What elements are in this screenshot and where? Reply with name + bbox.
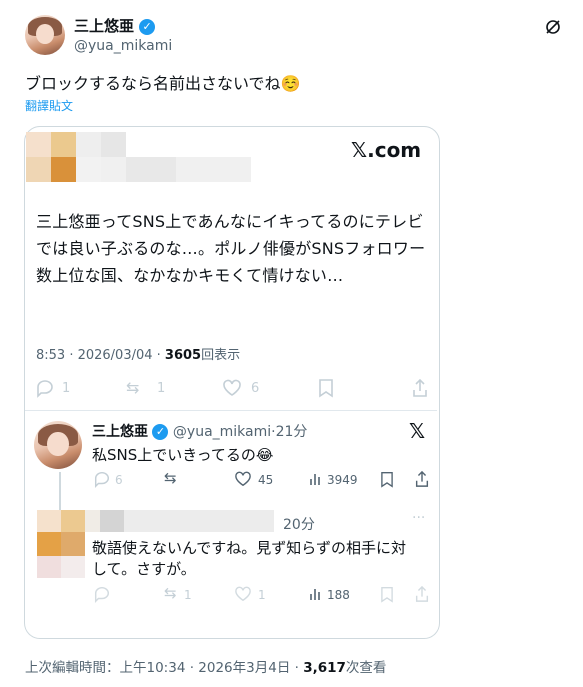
reply-icon[interactable]	[92, 585, 112, 603]
tweet-text: ブロックするなら名前出さないでね☺️	[25, 74, 301, 93]
reply2-text-line1: 敬語使えないんですね。見ず知らずの相手に対	[92, 539, 406, 557]
like-count: 45	[258, 473, 274, 487]
like-icon[interactable]	[234, 471, 252, 487]
divider	[25, 410, 437, 411]
bookmark-icon[interactable]	[380, 471, 394, 488]
reply-count: 1	[62, 381, 71, 396]
author-handle[interactable]: @yua_mikami	[74, 38, 172, 54]
reply2-time[interactable]: 20分	[283, 514, 315, 534]
reply1-header: 三上悠亜 ✓ @yua_mikami·21分	[92, 421, 307, 441]
reply1-text: 私SNS上でいきってるの😂	[92, 446, 274, 464]
reply1-name[interactable]: 三上悠亜	[92, 424, 148, 440]
retweet-icon[interactable]: ⇆	[164, 469, 177, 487]
retweet-count: 1	[157, 381, 166, 396]
author-name-row: 三上悠亜 ✓	[74, 15, 156, 36]
grok-icon[interactable]	[544, 18, 562, 36]
like-count: 1	[258, 588, 266, 602]
author-name[interactable]: 三上悠亜	[74, 17, 134, 35]
embedded-meta: 8:53 · 2026/03/04 · 3605回表示	[36, 344, 240, 363]
like-icon[interactable]	[234, 586, 252, 602]
views-label: 次查看	[345, 660, 387, 676]
views-icon[interactable]	[309, 587, 323, 601]
tweet-footer: 上次編輯時間：上午10:34 · 2026年3月4日 · 3,617次查看	[25, 656, 386, 676]
share-icon[interactable]	[411, 378, 429, 398]
reply-icon[interactable]	[34, 378, 56, 398]
verified-badge-icon: ✓	[152, 424, 169, 440]
views-count: 3949	[327, 473, 358, 487]
bookmark-icon[interactable]	[380, 586, 394, 603]
reply1-time[interactable]: ·21分	[271, 424, 307, 440]
timestamp[interactable]: 上午10:34 · 2026年3月4日 ·	[120, 660, 304, 676]
share-icon[interactable]	[414, 470, 430, 488]
embedded-time[interactable]: 8:53 · 2026/03/04 ·	[36, 348, 165, 363]
more-options-icon[interactable]: ···	[412, 510, 425, 526]
reply1-avatar[interactable]	[34, 421, 82, 469]
views-count: 188	[327, 588, 350, 602]
embedded-views-label: 回表示	[201, 348, 241, 363]
reply2-text-line2: して。さすが。	[92, 560, 196, 578]
share-icon[interactable]	[414, 585, 430, 603]
like-icon[interactable]	[222, 379, 242, 397]
bookmark-icon[interactable]	[318, 378, 334, 398]
embedded-text: 三上悠亜ってSNS上であんなにイキってるのにテレビでは良い子ぶるのな…。ポルノ俳…	[36, 212, 426, 285]
verified-badge-icon: ✓	[139, 18, 156, 35]
edited-label[interactable]: 上次編輯時間：	[25, 660, 120, 676]
retweet-icon[interactable]: ⇆	[164, 584, 177, 602]
reply1-handle[interactable]: @yua_mikami	[173, 424, 271, 440]
x-brand-label: 𝕏.com	[351, 138, 422, 162]
retweet-count: 1	[184, 588, 192, 602]
like-count: 6	[251, 381, 260, 396]
translate-link[interactable]: 翻譯貼文	[25, 97, 73, 114]
reply-icon[interactable]	[92, 470, 112, 488]
avatar[interactable]	[25, 15, 65, 55]
reply-count: 6	[115, 473, 123, 487]
x-logo-icon: 𝕏	[409, 419, 426, 443]
views-icon[interactable]	[309, 472, 323, 486]
retweet-icon[interactable]: ⇆	[126, 378, 139, 397]
embedded-views-count: 3605	[164, 348, 202, 363]
views-count: 3,617	[303, 660, 346, 676]
more-options-icon[interactable]	[572, 10, 583, 40]
